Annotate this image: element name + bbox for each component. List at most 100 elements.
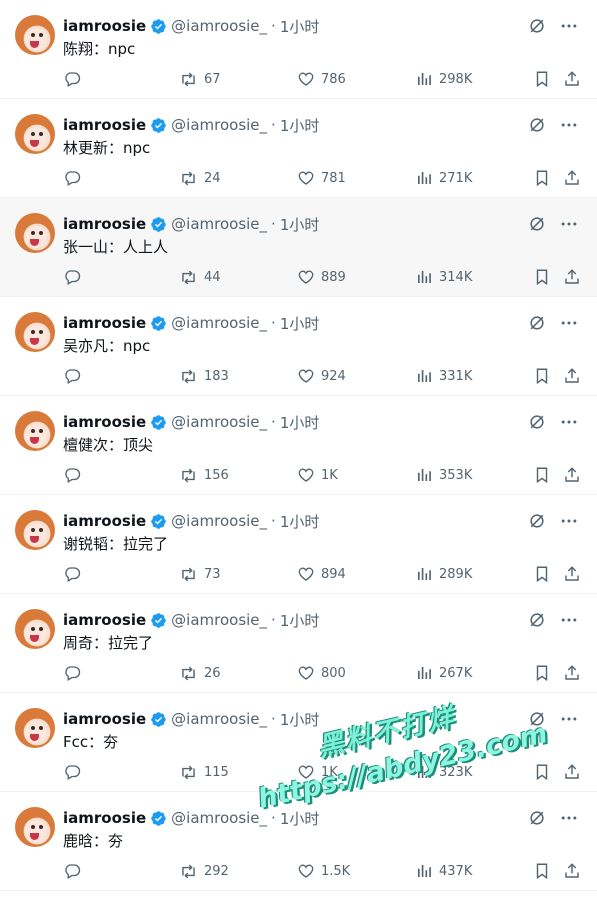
- share-button[interactable]: [563, 563, 587, 585]
- timestamp[interactable]: 1小时: [280, 709, 320, 730]
- tweet[interactable]: iamroosie @iamroosie_ · 1小时 谢锐韬：拉完了 73 8…: [0, 495, 597, 594]
- display-name[interactable]: iamroosie: [63, 215, 146, 233]
- bookmark-button[interactable]: [533, 167, 557, 189]
- more-icon[interactable]: [559, 412, 579, 432]
- timestamp[interactable]: 1小时: [280, 313, 320, 334]
- more-icon[interactable]: [559, 709, 579, 729]
- user-handle[interactable]: @iamroosie_: [171, 512, 267, 530]
- bookmark-button[interactable]: [533, 761, 557, 783]
- bookmark-button[interactable]: [533, 365, 557, 387]
- more-icon[interactable]: [559, 511, 579, 531]
- bookmark-button[interactable]: [533, 464, 557, 486]
- timestamp[interactable]: 1小时: [280, 610, 320, 631]
- avatar[interactable]: [15, 312, 55, 352]
- avatar[interactable]: [15, 609, 55, 649]
- views-button[interactable]: 331K: [415, 365, 472, 387]
- display-name[interactable]: iamroosie: [63, 611, 146, 629]
- retweet-button[interactable]: 24: [179, 167, 221, 189]
- reply-button[interactable]: [63, 761, 87, 783]
- retweet-button[interactable]: 67: [179, 68, 221, 90]
- retweet-button[interactable]: 73: [179, 563, 221, 585]
- more-icon[interactable]: [559, 16, 579, 36]
- tweet[interactable]: iamroosie @iamroosie_ · 1小时 陈翔：npc 67 78…: [0, 0, 597, 99]
- grok-icon[interactable]: [527, 115, 547, 135]
- avatar[interactable]: [15, 114, 55, 154]
- retweet-button[interactable]: 115: [179, 761, 229, 783]
- user-handle[interactable]: @iamroosie_: [171, 215, 267, 233]
- retweet-button[interactable]: 44: [179, 266, 221, 288]
- timestamp[interactable]: 1小时: [280, 115, 320, 136]
- grok-icon[interactable]: [527, 214, 547, 234]
- views-button[interactable]: 437K: [415, 860, 472, 882]
- retweet-button[interactable]: 156: [179, 464, 229, 486]
- display-name[interactable]: iamroosie: [63, 710, 146, 728]
- tweet[interactable]: iamroosie @iamroosie_ · 1小时 周奇：拉完了 26 80…: [0, 594, 597, 693]
- views-button[interactable]: 267K: [415, 662, 472, 684]
- reply-button[interactable]: [63, 266, 87, 288]
- avatar[interactable]: [15, 411, 55, 451]
- user-handle[interactable]: @iamroosie_: [171, 611, 267, 629]
- share-button[interactable]: [563, 167, 587, 189]
- avatar[interactable]: [15, 15, 55, 55]
- bookmark-button[interactable]: [533, 68, 557, 90]
- tweet[interactable]: iamroosie @iamroosie_ · 1小时 吴亦凡：npc 183 …: [0, 297, 597, 396]
- bookmark-button[interactable]: [533, 662, 557, 684]
- more-icon[interactable]: [559, 808, 579, 828]
- avatar[interactable]: [15, 213, 55, 253]
- grok-icon[interactable]: [527, 610, 547, 630]
- share-button[interactable]: [563, 365, 587, 387]
- share-button[interactable]: [563, 761, 587, 783]
- more-icon[interactable]: [559, 214, 579, 234]
- more-icon[interactable]: [559, 313, 579, 333]
- display-name[interactable]: iamroosie: [63, 809, 146, 827]
- tweet[interactable]: iamroosie @iamroosie_ · 1小时 林更新：npc 24 7…: [0, 99, 597, 198]
- like-button[interactable]: 894: [297, 563, 346, 585]
- avatar[interactable]: [15, 510, 55, 550]
- tweet[interactable]: iamroosie @iamroosie_ · 1小时 Fcc：夯 115 1K: [0, 693, 597, 792]
- like-button[interactable]: 924: [297, 365, 346, 387]
- share-button[interactable]: [563, 860, 587, 882]
- reply-button[interactable]: [63, 68, 87, 90]
- grok-icon[interactable]: [527, 511, 547, 531]
- grok-icon[interactable]: [527, 808, 547, 828]
- display-name[interactable]: iamroosie: [63, 17, 146, 35]
- avatar[interactable]: [15, 807, 55, 847]
- grok-icon[interactable]: [527, 313, 547, 333]
- user-handle[interactable]: @iamroosie_: [171, 17, 267, 35]
- display-name[interactable]: iamroosie: [63, 512, 146, 530]
- views-button[interactable]: 289K: [415, 563, 472, 585]
- user-handle[interactable]: @iamroosie_: [171, 710, 267, 728]
- tweet[interactable]: iamroosie @iamroosie_ · 1小时 檀健次：顶尖 156 1…: [0, 396, 597, 495]
- views-button[interactable]: 353K: [415, 464, 472, 486]
- tweet[interactable]: iamroosie @iamroosie_ · 1小时 张一山：人上人 44 8…: [0, 198, 597, 297]
- like-button[interactable]: 1K: [297, 464, 338, 486]
- reply-button[interactable]: [63, 563, 87, 585]
- display-name[interactable]: iamroosie: [63, 413, 146, 431]
- bookmark-button[interactable]: [533, 563, 557, 585]
- reply-button[interactable]: [63, 167, 87, 189]
- timestamp[interactable]: 1小时: [280, 412, 320, 433]
- more-icon[interactable]: [559, 610, 579, 630]
- user-handle[interactable]: @iamroosie_: [171, 116, 267, 134]
- more-icon[interactable]: [559, 115, 579, 135]
- timestamp[interactable]: 1小时: [280, 808, 320, 829]
- views-button[interactable]: 271K: [415, 167, 472, 189]
- display-name[interactable]: iamroosie: [63, 314, 146, 332]
- reply-button[interactable]: [63, 860, 87, 882]
- grok-icon[interactable]: [527, 412, 547, 432]
- views-button[interactable]: 314K: [415, 266, 472, 288]
- like-button[interactable]: 800: [297, 662, 346, 684]
- bookmark-button[interactable]: [533, 266, 557, 288]
- share-button[interactable]: [563, 662, 587, 684]
- like-button[interactable]: 781: [297, 167, 346, 189]
- share-button[interactable]: [563, 464, 587, 486]
- reply-button[interactable]: [63, 365, 87, 387]
- retweet-button[interactable]: 26: [179, 662, 221, 684]
- like-button[interactable]: 889: [297, 266, 346, 288]
- timestamp[interactable]: 1小时: [280, 16, 320, 37]
- avatar[interactable]: [15, 708, 55, 748]
- reply-button[interactable]: [63, 662, 87, 684]
- retweet-button[interactable]: 292: [179, 860, 229, 882]
- user-handle[interactable]: @iamroosie_: [171, 809, 267, 827]
- retweet-button[interactable]: 183: [179, 365, 229, 387]
